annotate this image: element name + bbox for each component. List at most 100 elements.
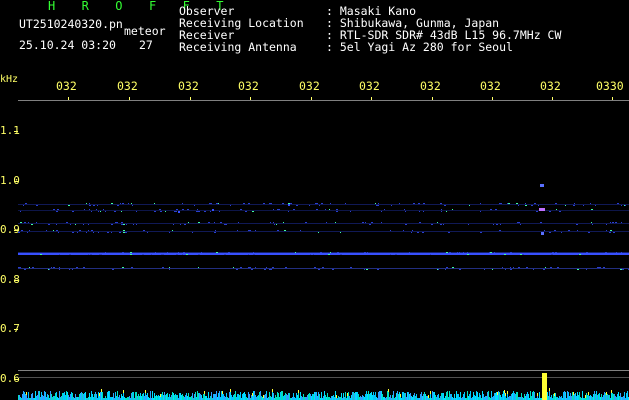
strength-bar xyxy=(539,392,540,400)
noise-dot xyxy=(125,232,127,233)
strength-bar xyxy=(51,394,52,400)
strength-bar xyxy=(91,391,92,400)
strength-bar xyxy=(605,393,606,400)
noise-dot xyxy=(493,224,494,225)
strength-bar xyxy=(18,395,19,400)
noise-dot xyxy=(18,267,19,268)
noise-dot xyxy=(24,269,26,270)
strength-bar xyxy=(438,394,439,400)
strength-peak xyxy=(272,389,273,392)
strength-bar xyxy=(155,396,156,400)
noise-dot xyxy=(248,254,249,255)
noise-dot xyxy=(590,203,591,204)
strength-bar xyxy=(59,391,60,400)
noise-dot xyxy=(90,254,92,255)
meteor-echo xyxy=(178,184,545,235)
strength-bar xyxy=(71,392,72,400)
noise-dot xyxy=(249,230,251,231)
strength-bar xyxy=(101,392,102,400)
noise-dot xyxy=(59,269,60,270)
noise-dot xyxy=(375,203,376,204)
strength-bar xyxy=(324,391,325,400)
noise-dot xyxy=(36,205,38,206)
strength-peak xyxy=(347,393,348,396)
strength-bar xyxy=(606,395,607,400)
strength-bar xyxy=(530,391,531,400)
noise-dot xyxy=(459,269,461,270)
strength-bar xyxy=(242,394,243,400)
noise-dot xyxy=(412,230,413,231)
strength-bar xyxy=(68,395,69,400)
noise-dot xyxy=(549,232,551,233)
noise-dot xyxy=(549,211,551,212)
strength-bar xyxy=(345,392,346,400)
noise-dot xyxy=(520,254,522,255)
strength-bar xyxy=(135,392,136,400)
noise-dot xyxy=(271,203,272,204)
strength-bar xyxy=(375,392,376,400)
noise-dot xyxy=(218,203,219,204)
strength-bar xyxy=(162,392,163,400)
noise-dot xyxy=(224,254,226,255)
noise-dot xyxy=(111,224,113,225)
strength-bar xyxy=(347,396,348,400)
noise-dot xyxy=(162,254,164,255)
strength-bar xyxy=(531,396,532,400)
strength-bar xyxy=(205,396,206,400)
noise-dot xyxy=(513,267,514,268)
noise-dot xyxy=(533,269,534,270)
noise-dot xyxy=(559,211,561,212)
strength-bar xyxy=(487,392,488,400)
strength-bar xyxy=(413,395,414,400)
noise-dot xyxy=(405,224,407,225)
strength-bar xyxy=(415,396,416,400)
noise-dot xyxy=(467,254,469,255)
noise-dot xyxy=(28,222,29,223)
strength-bar xyxy=(608,395,609,400)
noise-dot xyxy=(403,230,404,231)
strength-bar xyxy=(591,396,592,400)
noise-dot xyxy=(505,269,506,270)
strength-bar xyxy=(122,396,123,400)
noise-dot xyxy=(624,205,625,206)
strength-bar xyxy=(426,396,427,400)
strength-peak xyxy=(388,389,389,392)
noise-dot xyxy=(111,203,113,204)
noise-dot xyxy=(419,211,420,212)
strength-bar xyxy=(233,395,234,400)
strength-bar xyxy=(169,394,170,400)
strength-bar xyxy=(362,395,363,400)
noise-dot xyxy=(518,205,519,206)
strength-bar xyxy=(254,391,255,400)
noise-dot xyxy=(459,252,460,253)
strength-bar xyxy=(513,391,514,400)
noise-dot xyxy=(284,230,286,231)
strength-bar xyxy=(84,393,85,400)
noise-dot xyxy=(552,252,554,253)
strength-bar xyxy=(107,392,108,400)
time-tick: 032 xyxy=(178,79,199,93)
strength-bar xyxy=(142,394,143,400)
strength-bar xyxy=(514,393,515,400)
noise-dot xyxy=(310,254,311,255)
strength-bar xyxy=(210,396,211,400)
noise-dot xyxy=(208,222,210,223)
strength-bar xyxy=(446,392,447,400)
noise-dot xyxy=(369,224,371,225)
strength-bar xyxy=(498,391,499,400)
strength-bar xyxy=(55,393,56,400)
noise-dot xyxy=(29,230,30,231)
noise-dot xyxy=(525,205,527,206)
noise-dot xyxy=(120,203,121,204)
noise-dot xyxy=(117,205,119,206)
strength-bar xyxy=(526,394,527,400)
noise-dot xyxy=(330,252,331,253)
strength-bar xyxy=(367,394,368,400)
strength-bar xyxy=(269,392,270,400)
strength-bar xyxy=(517,392,518,400)
strength-bar xyxy=(31,394,32,400)
strength-bar xyxy=(422,396,423,400)
noise-dot xyxy=(198,267,199,268)
noise-dot xyxy=(70,224,71,225)
noise-dot xyxy=(332,269,333,270)
